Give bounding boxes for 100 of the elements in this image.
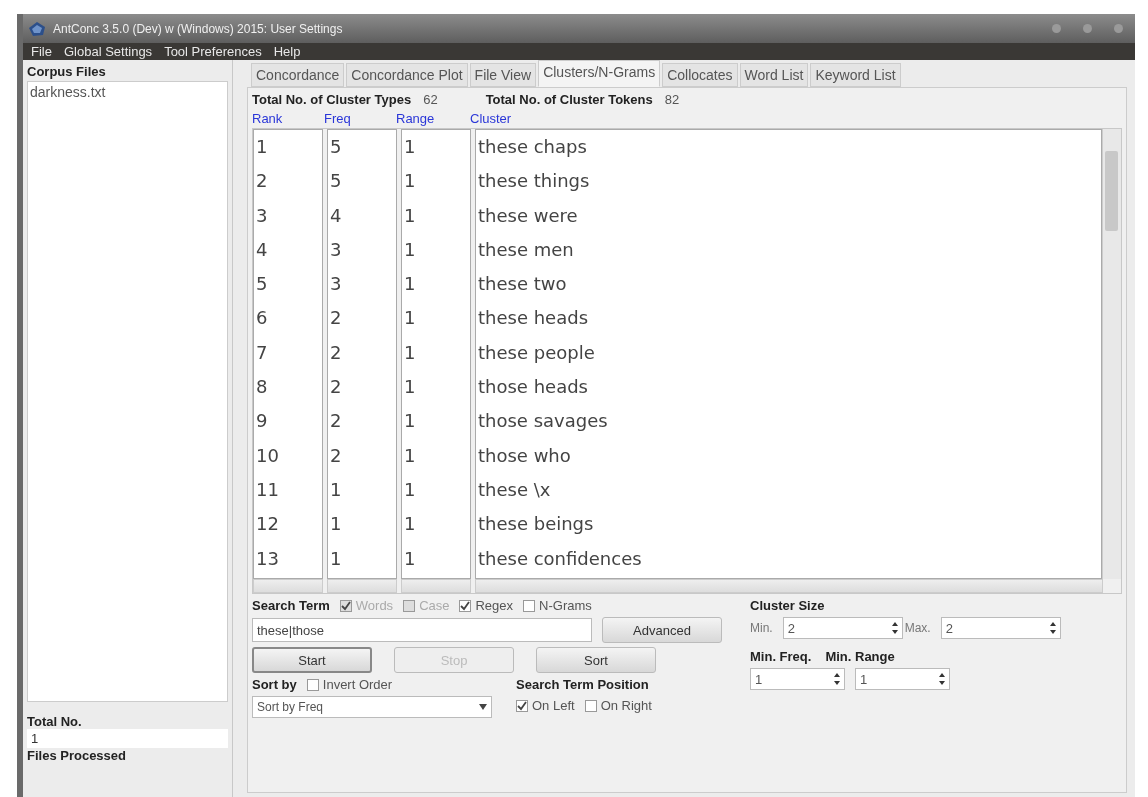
column-header[interactable]: Rank bbox=[252, 110, 324, 126]
window-title: AntConc 3.5.0 (Dev) w (Windows) 2015: User Settings bbox=[53, 21, 343, 36]
table-cell-text: 10 bbox=[255, 443, 280, 468]
table-cell-text: these heads bbox=[477, 306, 590, 331]
table-cell-text: 1 bbox=[329, 546, 343, 571]
table-cell-text: 3 bbox=[329, 237, 343, 262]
horizontal-scrollbar[interactable] bbox=[475, 579, 1103, 593]
check-icon bbox=[460, 600, 471, 611]
table-cell-text: 2 bbox=[329, 375, 343, 400]
sort-dropdown[interactable]: Sort by Freq bbox=[252, 696, 492, 718]
table-cell-text: 4 bbox=[329, 203, 343, 228]
table-cell-text: 7 bbox=[255, 340, 269, 365]
table-cell-text: these confidences bbox=[477, 546, 643, 571]
total-value: 82 bbox=[664, 91, 680, 107]
table-cell-text: 8 bbox=[255, 375, 269, 400]
panel-title: Corpus Files bbox=[27, 64, 107, 79]
table-cell-text: 2 bbox=[329, 340, 343, 365]
table-cell-text: 1 bbox=[329, 477, 343, 502]
table-cell-text: these people bbox=[477, 340, 596, 365]
table-cell-text: these two bbox=[477, 272, 568, 297]
vertical-scrollbar[interactable] bbox=[1102, 129, 1121, 579]
action-button[interactable]: Sort bbox=[536, 647, 656, 673]
checkbox[interactable]: On Right bbox=[584, 698, 652, 713]
search-term-label: Search Term bbox=[252, 598, 330, 613]
min-range-label: Min. Range bbox=[825, 649, 895, 664]
table-cell-text: 3 bbox=[255, 203, 269, 228]
table-cell-text: 5 bbox=[329, 169, 343, 194]
table-cell-text: 13 bbox=[255, 546, 280, 571]
column-header[interactable]: Cluster bbox=[470, 110, 1122, 126]
tab[interactable]: Word List bbox=[739, 63, 809, 87]
table-cell-text: 6 bbox=[255, 306, 269, 331]
table-cell-text: 4 bbox=[255, 237, 269, 262]
tab[interactable]: Collocates bbox=[662, 63, 738, 87]
check-icon bbox=[340, 600, 351, 611]
menu-item[interactable]: Global Settings bbox=[63, 44, 153, 59]
table-cell-text: 1 bbox=[403, 340, 417, 365]
tab[interactable]: Keyword List bbox=[810, 63, 901, 87]
table-cell-text: these beings bbox=[477, 512, 595, 537]
menu-item[interactable]: Help bbox=[273, 44, 301, 59]
table-cell-text: 1 bbox=[403, 169, 417, 194]
table-cell-text: these \x bbox=[477, 477, 552, 502]
horizontal-scrollbar[interactable] bbox=[327, 579, 397, 593]
table-cell-text: 1 bbox=[403, 135, 417, 159]
tab[interactable]: File View bbox=[469, 63, 537, 87]
column-header[interactable]: Range bbox=[396, 110, 470, 126]
min-spinner[interactable]: 2 bbox=[782, 617, 903, 639]
menu-item[interactable]: File bbox=[31, 44, 52, 59]
table-cell-text: those savages bbox=[477, 409, 609, 434]
checkbox[interactable]: Regex bbox=[459, 598, 514, 613]
min-freq-label: Min. Freq. bbox=[750, 649, 812, 664]
dropdown-value: Sort by Freq bbox=[257, 700, 324, 714]
minimize-button[interactable] bbox=[1052, 24, 1061, 33]
table-cell-text: 1 bbox=[403, 546, 417, 571]
advanced-button[interactable]: Advanced bbox=[602, 617, 722, 643]
max-spinner[interactable]: 2 bbox=[940, 617, 1061, 639]
min-freq-spinner[interactable]: 1 bbox=[750, 668, 845, 690]
checkbox[interactable]: N-Grams bbox=[523, 598, 592, 613]
app-icon bbox=[27, 19, 47, 38]
table-cell-text: 2 bbox=[255, 169, 269, 194]
corpus-file[interactable]: darkness.txt bbox=[30, 84, 225, 100]
tab[interactable]: Concordance Plot bbox=[346, 63, 468, 87]
menu-item[interactable]: Tool Preferences bbox=[164, 44, 262, 59]
table-cell-text: 5 bbox=[329, 135, 343, 159]
processed-label: Files Processed bbox=[27, 748, 127, 763]
horizontal-scrollbar[interactable] bbox=[253, 579, 323, 593]
table-cell-text: 11 bbox=[255, 477, 280, 502]
cluster-size-label: Cluster Size bbox=[750, 598, 826, 613]
position-label: Search Term Position bbox=[516, 677, 650, 692]
total-label: Total No. of Cluster Tokens bbox=[485, 91, 653, 107]
check-icon bbox=[517, 700, 527, 711]
table-cell-text: 12 bbox=[255, 512, 280, 537]
table-cell-text: 3 bbox=[329, 272, 343, 297]
checkbox[interactable]: On Left bbox=[516, 698, 575, 713]
table-cell-text: 1 bbox=[403, 375, 417, 400]
checkbox[interactable]: Invert Order bbox=[306, 677, 393, 692]
table-cell-text: 1 bbox=[403, 306, 417, 331]
table-cell-text: these men bbox=[477, 237, 575, 262]
close-button[interactable] bbox=[1114, 24, 1123, 33]
action-button[interactable]: Start bbox=[252, 647, 372, 673]
table-cell-text: 1 bbox=[403, 477, 417, 502]
table-cell-text: 1 bbox=[403, 443, 417, 468]
search-field[interactable]: these|those bbox=[252, 618, 592, 642]
table-cell-text: 1 bbox=[329, 512, 343, 537]
maximize-button[interactable] bbox=[1083, 24, 1092, 33]
table-cell-text: 5 bbox=[255, 272, 269, 297]
table-cell-text: 2 bbox=[329, 306, 343, 331]
table-cell-text: 2 bbox=[329, 409, 343, 434]
table-cell-text: 1 bbox=[403, 272, 417, 297]
tab[interactable]: Concordance bbox=[251, 63, 345, 87]
min-range-spinner[interactable]: 1 bbox=[855, 668, 950, 690]
column-header[interactable]: Freq bbox=[324, 110, 396, 126]
table-cell-text: those who bbox=[477, 443, 572, 468]
table-cell-text: 9 bbox=[255, 409, 269, 434]
min-label: Min. bbox=[750, 621, 773, 635]
table-cell-text: 2 bbox=[329, 443, 343, 468]
total-value: 1 bbox=[27, 729, 228, 748]
tab[interactable]: Clusters/N-Grams bbox=[538, 60, 661, 87]
table-cell-text: these things bbox=[477, 169, 591, 194]
table-cell-text: these chaps bbox=[477, 135, 588, 159]
horizontal-scrollbar[interactable] bbox=[401, 579, 471, 593]
